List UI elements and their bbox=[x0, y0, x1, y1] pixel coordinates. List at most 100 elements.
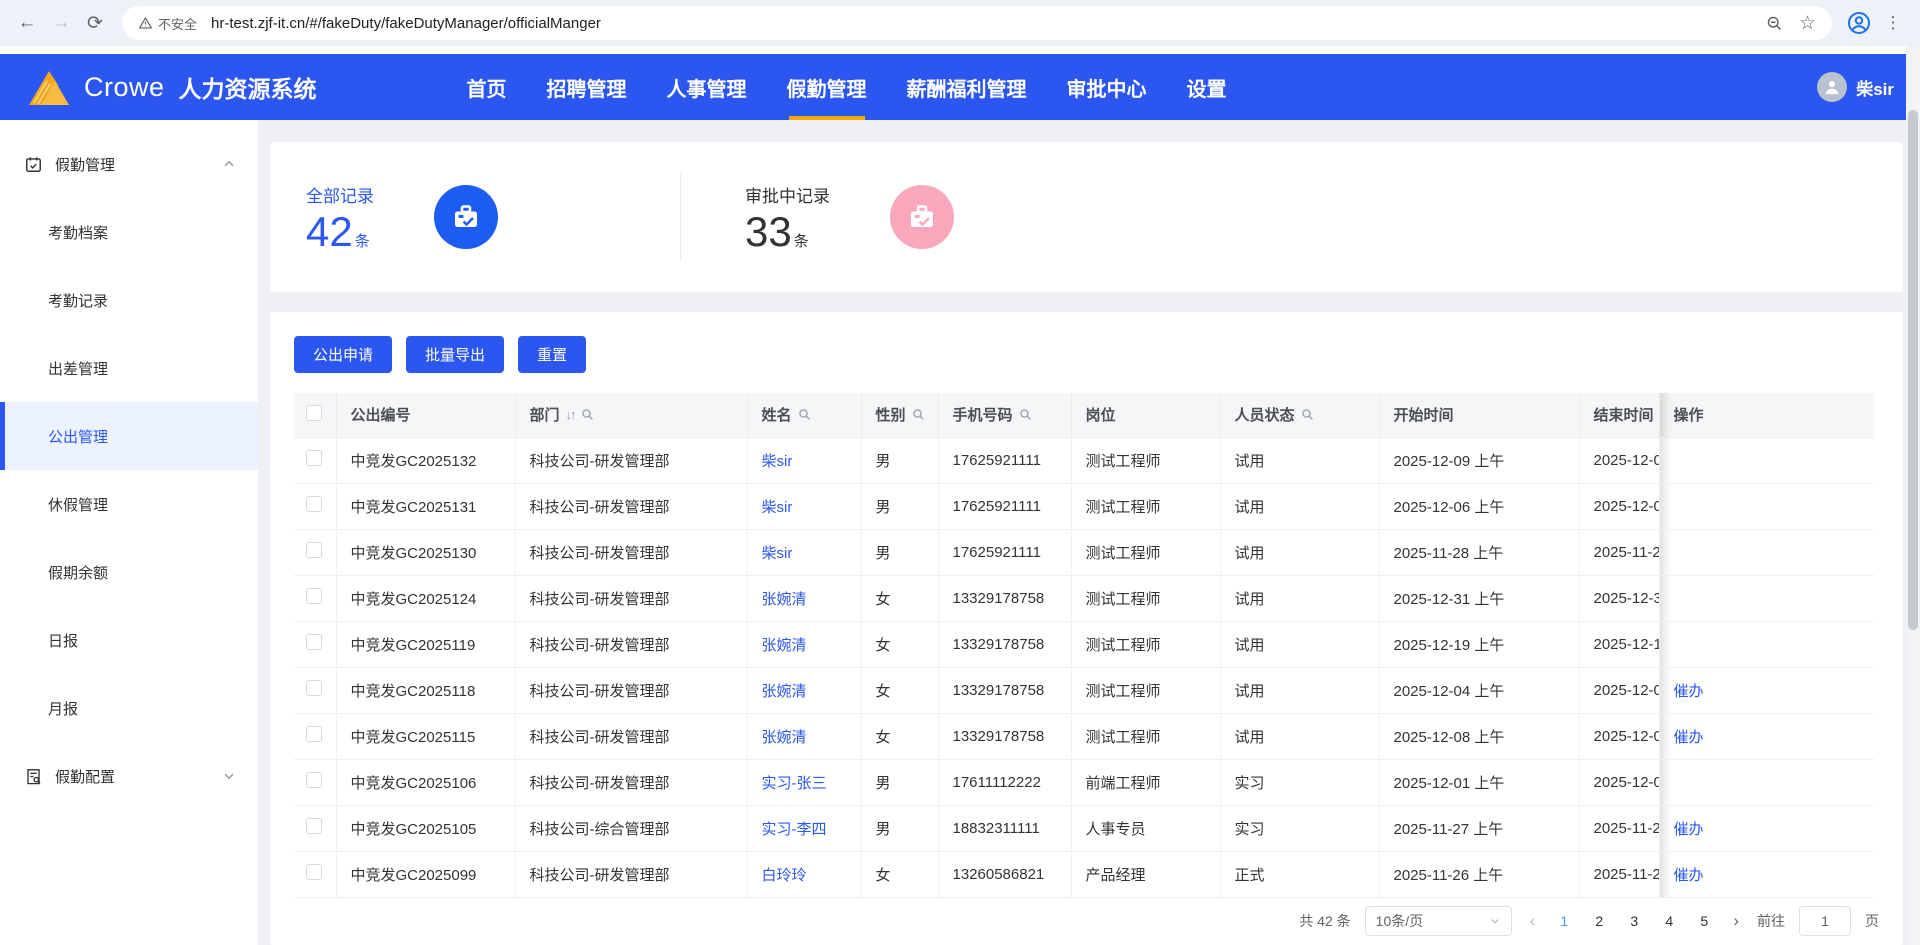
nav-item-attendance[interactable]: 假勤管理 bbox=[787, 54, 867, 120]
row-checkbox[interactable] bbox=[306, 634, 322, 650]
stat-value: 33条 bbox=[745, 211, 830, 253]
brand-name: Crowe bbox=[84, 72, 165, 103]
employee-name-link[interactable]: 张婉清 bbox=[762, 591, 807, 608]
employee-name-link[interactable]: 柴sir bbox=[762, 453, 793, 470]
crowe-mountain-icon bbox=[26, 67, 72, 107]
cell-name: 柴sir bbox=[747, 483, 861, 529]
page-number-4[interactable]: 4 bbox=[1662, 913, 1676, 929]
row-checkbox[interactable] bbox=[306, 818, 322, 834]
reset-button[interactable]: 重置 bbox=[518, 336, 586, 373]
cell-position: 测试工程师 bbox=[1071, 483, 1220, 529]
batch-export-button[interactable]: 批量导出 bbox=[406, 336, 504, 373]
urge-link[interactable]: 催办 bbox=[1674, 821, 1704, 838]
row-checkbox[interactable] bbox=[306, 864, 322, 880]
col-header-position: 岗位 bbox=[1071, 393, 1220, 437]
row-checkbox[interactable] bbox=[306, 772, 322, 788]
sidebar-group-attendance[interactable]: 假勤管理 bbox=[0, 130, 258, 198]
cell-id: 中竞发GC2025118 bbox=[336, 667, 515, 713]
search-icon[interactable] bbox=[1019, 408, 1032, 421]
cell-action: 催办 bbox=[1659, 851, 1874, 897]
cell-status: 试用 bbox=[1220, 575, 1379, 621]
employee-name-link[interactable]: 实习-张三 bbox=[762, 775, 827, 792]
cell-checkbox bbox=[294, 529, 336, 575]
cell-start: 2025-12-06 上午 bbox=[1379, 483, 1579, 529]
security-status[interactable]: 不安全 bbox=[138, 14, 197, 33]
cell-action: 催办 bbox=[1659, 713, 1874, 759]
goto-page-input[interactable] bbox=[1799, 906, 1851, 936]
sort-icon[interactable]: ↓↑ bbox=[566, 407, 575, 422]
scrollbar-thumb[interactable] bbox=[1908, 110, 1918, 630]
cell-checkbox bbox=[294, 759, 336, 805]
cell-end: 2025-11-2 bbox=[1579, 805, 1659, 851]
page-size-select[interactable]: 10条/页 bbox=[1365, 906, 1512, 936]
employee-name-link[interactable]: 实习-李四 bbox=[762, 821, 827, 838]
select-all-checkbox[interactable] bbox=[306, 405, 322, 421]
bookmark-star-icon[interactable]: ☆ bbox=[1799, 12, 1816, 35]
header-user[interactable]: 柴sir bbox=[1817, 72, 1894, 102]
row-checkbox[interactable] bbox=[306, 542, 322, 558]
cell-gender: 男 bbox=[861, 759, 938, 805]
nav-item-personnel[interactable]: 人事管理 bbox=[667, 54, 747, 120]
sidebar-item-business-trip[interactable]: 出差管理 bbox=[0, 334, 258, 402]
sidebar-group-attendance-config[interactable]: 假勤配置 bbox=[0, 742, 258, 810]
col-label: 操作 bbox=[1674, 404, 1704, 425]
prev-page-icon[interactable]: ‹ bbox=[1526, 911, 1540, 931]
address-bar[interactable]: 不安全 hr-test.zjf-it.cn/#/fakeDuty/fakeDut… bbox=[122, 6, 1832, 40]
cell-action bbox=[1659, 437, 1874, 483]
search-icon[interactable] bbox=[1301, 408, 1314, 421]
page-number-5[interactable]: 5 bbox=[1697, 913, 1711, 929]
nav-item-salary-welfare[interactable]: 薪酬福利管理 bbox=[907, 54, 1027, 120]
col-header-gender: 性别 bbox=[861, 393, 938, 437]
employee-name-link[interactable]: 柴sir bbox=[762, 545, 793, 562]
stat-unit: 条 bbox=[355, 233, 370, 250]
employee-name-link[interactable]: 张婉清 bbox=[762, 729, 807, 746]
row-checkbox[interactable] bbox=[306, 588, 322, 604]
cell-dept: 科技公司-研发管理部 bbox=[515, 483, 747, 529]
urge-link[interactable]: 催办 bbox=[1674, 867, 1704, 884]
apply-official-out-button[interactable]: 公出申请 bbox=[294, 336, 392, 373]
cell-id: 中竞发GC2025119 bbox=[336, 621, 515, 667]
cell-start: 2025-12-31 上午 bbox=[1379, 575, 1579, 621]
employee-name-link[interactable]: 白玲玲 bbox=[762, 867, 807, 884]
search-icon[interactable] bbox=[581, 408, 594, 421]
search-icon[interactable] bbox=[912, 408, 925, 421]
page-number-2[interactable]: 2 bbox=[1592, 913, 1606, 929]
forward-icon[interactable]: → bbox=[44, 6, 78, 40]
row-checkbox[interactable] bbox=[306, 450, 322, 466]
sidebar-item-official-out[interactable]: 公出管理 bbox=[0, 402, 258, 470]
row-checkbox[interactable] bbox=[306, 496, 322, 512]
back-icon[interactable]: ← bbox=[10, 6, 44, 40]
url-text[interactable]: hr-test.zjf-it.cn/#/fakeDuty/fakeDutyMan… bbox=[211, 15, 1766, 32]
profile-icon[interactable] bbox=[1842, 6, 1876, 40]
reload-icon[interactable]: ⟳ bbox=[78, 6, 112, 40]
row-checkbox[interactable] bbox=[306, 726, 322, 742]
sidebar-item-holiday-balance[interactable]: 假期余额 bbox=[0, 538, 258, 606]
sidebar-item-attendance-archive[interactable]: 考勤档案 bbox=[0, 198, 258, 266]
table-row: 中竞发GC2025099科技公司-研发管理部白玲玲女13260586821产品经… bbox=[294, 851, 1874, 897]
next-page-icon[interactable]: › bbox=[1729, 911, 1743, 931]
cell-status: 正式 bbox=[1220, 851, 1379, 897]
sidebar-item-monthly-report[interactable]: 月报 bbox=[0, 674, 258, 742]
nav-item-settings[interactable]: 设置 bbox=[1187, 54, 1227, 120]
zoom-minus-icon[interactable] bbox=[1766, 15, 1783, 32]
employee-name-link[interactable]: 张婉清 bbox=[762, 637, 807, 654]
urge-link[interactable]: 催办 bbox=[1674, 683, 1704, 700]
page-scrollbar[interactable] bbox=[1906, 46, 1920, 945]
cell-end: 2025-12-0 bbox=[1579, 667, 1659, 713]
page-number-1[interactable]: 1 bbox=[1557, 913, 1571, 929]
search-icon[interactable] bbox=[798, 408, 811, 421]
nav-item-home[interactable]: 首页 bbox=[467, 54, 507, 120]
employee-name-link[interactable]: 张婉清 bbox=[762, 683, 807, 700]
doc-search-icon bbox=[24, 767, 43, 786]
sidebar-item-daily-report[interactable]: 日报 bbox=[0, 606, 258, 674]
col-label: 岗位 bbox=[1086, 404, 1116, 425]
employee-name-link[interactable]: 柴sir bbox=[762, 499, 793, 516]
page-number-3[interactable]: 3 bbox=[1627, 913, 1641, 929]
nav-item-recruit[interactable]: 招聘管理 bbox=[547, 54, 627, 120]
menu-kebab-icon[interactable]: ⋮ bbox=[1876, 6, 1910, 40]
urge-link[interactable]: 催办 bbox=[1674, 729, 1704, 746]
sidebar-item-attendance-record[interactable]: 考勤记录 bbox=[0, 266, 258, 334]
row-checkbox[interactable] bbox=[306, 680, 322, 696]
sidebar-item-leave[interactable]: 休假管理 bbox=[0, 470, 258, 538]
nav-item-approval-center[interactable]: 审批中心 bbox=[1067, 54, 1147, 120]
